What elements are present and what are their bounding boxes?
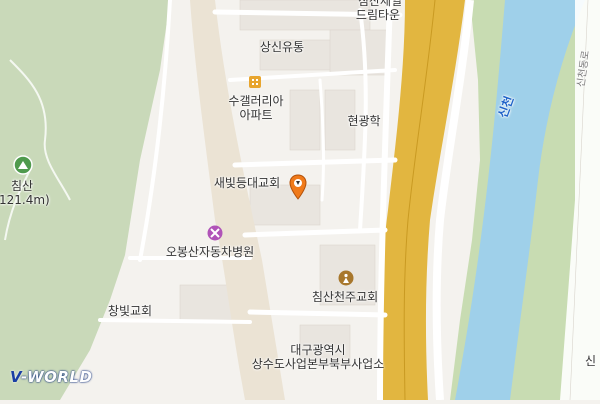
label-dream-town: 드림타운 (355, 8, 401, 22)
apartment-building-icon[interactable] (248, 74, 262, 93)
map-view[interactable]: 침산제일 드림타운 상신유통 수갤러리아 아파트 현광학 새빛등대교회 침산 (… (0, 0, 600, 403)
label-chimsan-peak: 침산 (10, 179, 34, 193)
location-marker-icon[interactable] (289, 174, 307, 204)
label-changbit: 창빛교회 (107, 304, 153, 318)
label-water-1: 대구광역시 (290, 343, 346, 357)
label-chimsan-elevation: (121.4m) (0, 193, 50, 207)
label-hyeongwang: 현광학 (347, 114, 381, 128)
label-gallery-apt-2: 아파트 (239, 108, 273, 122)
label-church-saebit: 새빛등대교회 (213, 176, 281, 190)
label-edge: 신 (585, 354, 597, 368)
label-dream-town-top: 침산제일 (357, 0, 403, 8)
car-repair-icon[interactable] (207, 225, 223, 245)
mountain-peak-icon[interactable] (13, 155, 33, 179)
label-obongsan: 오봉산자동차병원 (165, 245, 255, 259)
vworld-logo: V-WORLD (10, 368, 93, 386)
label-sangsin: 상신유통 (259, 40, 305, 54)
catholic-church-icon[interactable] (338, 270, 354, 290)
label-catholic: 침산천주교회 (311, 290, 379, 304)
label-gallery-apt-1: 수갤러리아 (228, 94, 284, 108)
label-water-2: 상수도사업본부북부사업소 (251, 357, 385, 371)
